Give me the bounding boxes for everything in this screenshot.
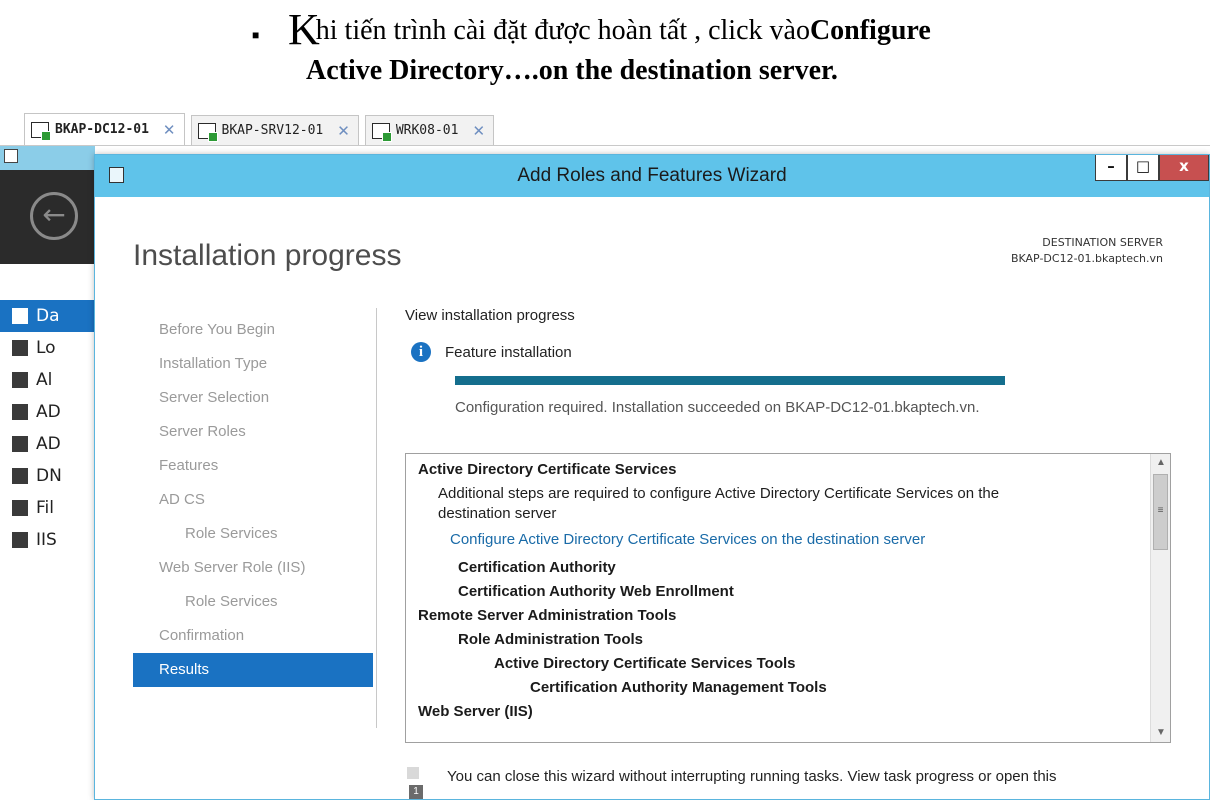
wizard-title: Add Roles and Features Wizard [517,165,787,186]
nav-item-file-services[interactable]: Fil [0,492,95,524]
dns-icon [12,468,28,484]
nav-item-ad-ds[interactable]: AD [0,428,95,460]
result-adcs-title: Active Directory Certificate Services [418,461,677,478]
remote-session-tabstrip: BKAP-DC12-01 ✕ BKAP-SRV12-01 ✕ WRK08-01 … [0,110,1210,146]
file-services-icon [12,500,28,516]
certificate-icon [12,404,28,420]
server-icon [12,340,28,356]
close-icon[interactable]: ✕ [163,121,176,139]
directory-icon [12,436,28,452]
nav-item-dns[interactable]: DN [0,460,95,492]
step-adcs-role-services[interactable]: Role Services [133,517,373,551]
view-progress-label: View installation progress [405,307,575,324]
result-adcs-description: Additional steps are required to configu… [438,485,1000,522]
destination-label: DESTINATION SERVER [1042,236,1163,249]
add-roles-wizard-window: Add Roles and Features Wizard – □ x Inst… [94,154,1210,800]
progress-bar [455,376,1005,385]
step-before-you-begin[interactable]: Before You Begin [133,313,373,347]
result-certification-authority: Certification Authority [458,559,616,576]
step-iis-role-services[interactable]: Role Services [133,585,373,619]
results-scrollbar[interactable]: ▲ ≡ ▼ [1150,454,1170,742]
result-ca-web-enrollment: Certification Authority Web Enrollment [458,583,734,600]
vm-icon [197,122,218,142]
scroll-down-icon[interactable]: ▼ [1151,724,1170,742]
close-icon[interactable]: ✕ [337,122,350,140]
page-title: Installation progress [133,239,402,272]
server-manager-icon [4,149,18,163]
tab-wrk08-01[interactable]: WRK08-01 ✕ [364,115,495,145]
progress-bar-fill [455,376,1005,385]
result-rsat: Remote Server Administration Tools [418,607,677,624]
result-role-admin-tools: Role Administration Tools [458,631,644,648]
feature-installation-row: i Feature installation [411,342,1175,362]
caption-text: hi tiến trình cài đặt được hoàn tất , cl… [315,15,810,46]
caption-dropcap: K [288,5,320,54]
step-web-server-role[interactable]: Web Server Role (IIS) [133,551,373,585]
destination-value: BKAP-DC12-01.bkaptech.vn [1010,252,1163,265]
minimize-button[interactable]: – [1095,155,1127,181]
dashboard-icon [12,308,28,324]
step-installation-type[interactable]: Installation Type [133,347,373,381]
steps-divider [376,308,377,728]
results-list: Active Directory Certificate Services Ad… [405,453,1171,743]
scroll-up-icon[interactable]: ▲ [1151,454,1170,472]
maximize-button[interactable]: □ [1127,155,1159,181]
result-ca-management-tools: Certification Authority Management Tools [530,679,827,696]
window-controls: – □ x [1095,155,1209,181]
footnote-text: You can close this wizard without interr… [447,768,1057,785]
info-icon: i [411,342,431,362]
nav-item-all-servers[interactable]: Al [0,364,95,396]
document-caption: ■ K hi tiến trình cài đặt được hoàn tất … [252,5,1202,90]
step-server-selection[interactable]: Server Selection [133,381,373,415]
progress-content: View installation progress i Feature ins… [405,307,1175,416]
step-ad-cs[interactable]: AD CS [133,483,373,517]
caption-line-1: ■ K hi tiến trình cài đặt được hoàn tất … [252,5,1202,54]
result-adcs-tools: Active Directory Certificate Services To… [494,655,796,672]
vm-icon [31,121,51,141]
server-manager-nav: Da Lo Al AD AD DN Fil IIS [0,300,95,556]
caption-line-2: Active Directory….on the destination ser… [306,55,838,86]
step-confirmation[interactable]: Confirmation [133,619,373,653]
servers-icon [12,372,28,388]
installation-status: Configuration required. Installation suc… [455,399,980,416]
notification-flag-icon [407,767,425,799]
step-results[interactable]: Results [133,653,373,687]
tab-bkap-srv12-01[interactable]: BKAP-SRV12-01 ✕ [190,115,359,145]
nav-item-dashboard[interactable]: Da [0,300,95,332]
wizard-footnote: You can close this wizard without interr… [407,767,1177,799]
server-manager-titlebar [0,146,95,170]
nav-item-ad-cs[interactable]: AD [0,396,95,428]
caption-bold: Configure [809,15,931,46]
step-server-roles[interactable]: Server Roles [133,415,373,449]
destination-server: DESTINATION SERVER BKAP-DC12-01.bkaptech… [1011,235,1163,267]
close-button[interactable]: x [1159,155,1209,181]
wizard-titlebar[interactable]: Add Roles and Features Wizard – □ x [95,155,1209,197]
nav-item-local-server[interactable]: Lo [0,332,95,364]
wizard-steps: Before You Begin Installation Type Serve… [133,313,373,687]
close-icon[interactable]: ✕ [472,122,485,140]
tab-label: BKAP-SRV12-01 [221,123,324,138]
tab-bkap-dc12-01[interactable]: BKAP-DC12-01 ✕ [24,113,185,145]
configure-adcs-link[interactable]: Configure Active Directory Certificate S… [418,530,1150,550]
nav-item-iis[interactable]: IIS [0,524,95,556]
tab-label: WRK08-01 [395,123,459,138]
vm-icon [371,122,392,142]
feature-installation-label: Feature installation [445,343,572,361]
scrollbar-thumb[interactable]: ≡ [1153,474,1168,550]
tab-label: BKAP-DC12-01 [55,122,149,137]
iis-icon [12,532,28,548]
bullet-icon: ■ [252,28,260,42]
step-features[interactable]: Features [133,449,373,483]
back-arrow-icon[interactable]: ← [30,192,78,240]
result-web-server-iis: Web Server (IIS) [418,703,533,720]
results-content: Active Directory Certificate Services Ad… [406,454,1150,742]
